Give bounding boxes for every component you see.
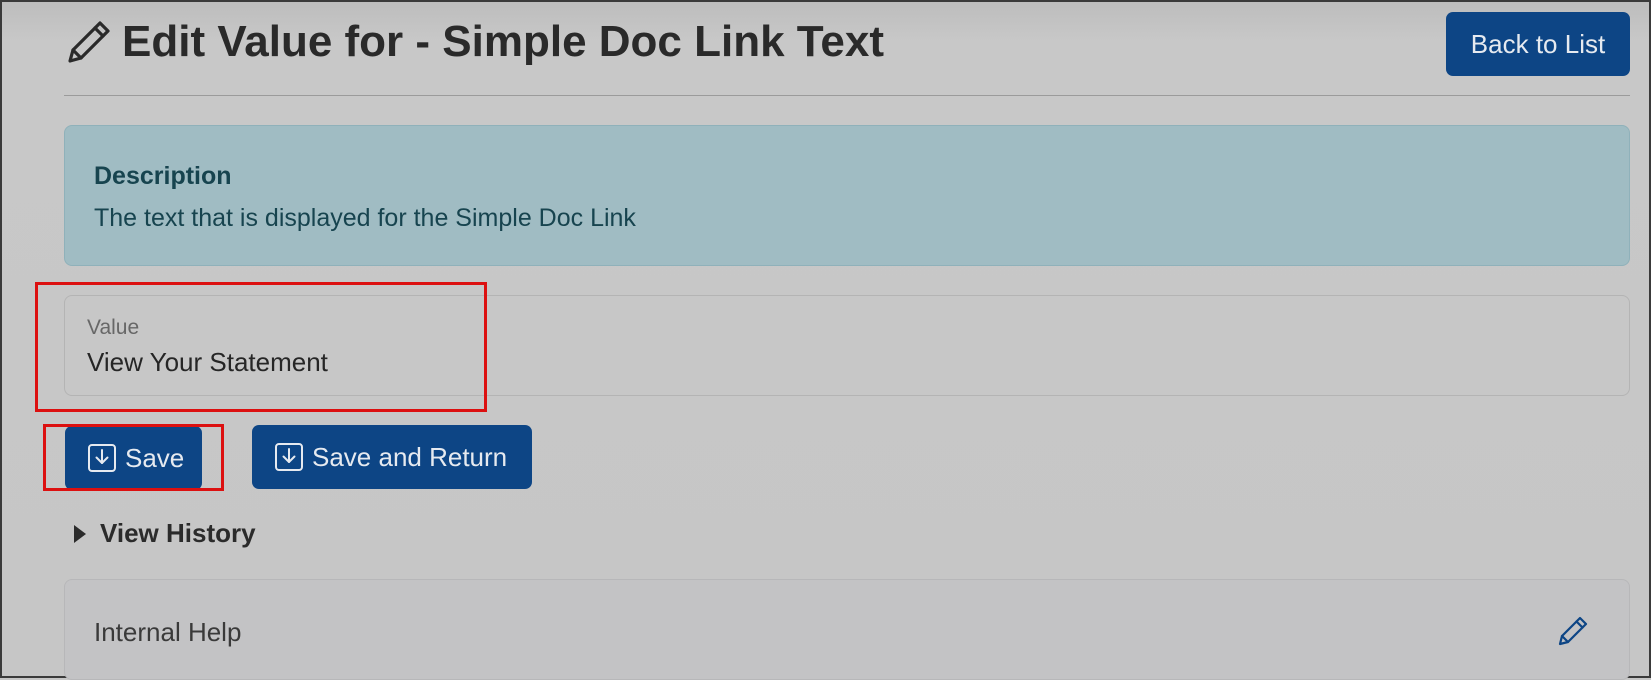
caret-right-icon (74, 524, 86, 543)
page-frame: Edit Value for - Simple Doc Link Text Ba… (0, 0, 1651, 680)
save-and-return-button[interactable]: Save and Return (252, 425, 532, 489)
title-group: Edit Value for - Simple Doc Link Text (64, 14, 884, 70)
description-box: Description The text that is displayed f… (64, 125, 1630, 266)
save-highlight-box (43, 424, 224, 491)
save-download-icon (275, 443, 303, 471)
pencil-icon[interactable] (1557, 615, 1589, 647)
value-highlight-box (35, 282, 487, 412)
page-header: Edit Value for - Simple Doc Link Text Ba… (64, 2, 1630, 96)
description-text: The text that is displayed for the Simpl… (94, 204, 636, 232)
description-heading: Description (94, 162, 232, 190)
view-history-label: View History (100, 518, 256, 548)
back-to-list-button[interactable]: Back to List (1446, 12, 1630, 76)
view-history-toggle[interactable]: View History (72, 518, 256, 549)
internal-help-panel: Internal Help (64, 579, 1630, 680)
internal-help-label: Internal Help (94, 617, 242, 647)
save-and-return-label: Save and Return (312, 441, 508, 472)
pencil-icon (68, 21, 110, 63)
page-title: Edit Value for - Simple Doc Link Text (122, 17, 884, 66)
